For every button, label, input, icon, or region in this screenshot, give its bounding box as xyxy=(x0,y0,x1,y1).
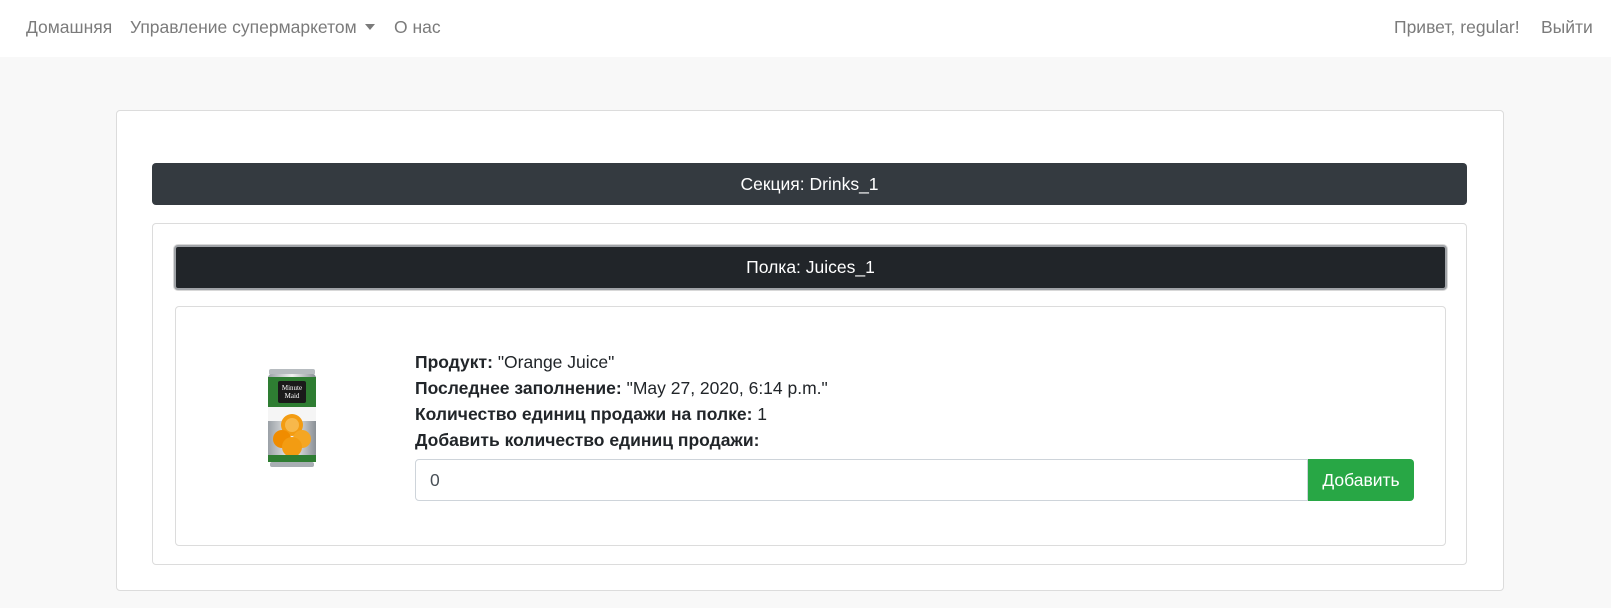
nav-manage-dropdown[interactable]: Управление супермаркетом xyxy=(130,17,375,38)
can-brand-line-2: Maid xyxy=(285,392,300,400)
nav-about-link[interactable]: О нас xyxy=(394,17,441,38)
shelf-header-button[interactable]: Полка: Juices_1 xyxy=(174,245,1447,290)
nav-manage-label: Управление супермаркетом xyxy=(130,17,357,37)
product-name-row: Продукт: "Orange Juice" xyxy=(415,349,828,375)
shelf-count-label: Количество единиц продажи на полке: xyxy=(415,404,753,424)
navbar: Домашняя Управление супермаркетом О нас … xyxy=(0,0,1611,57)
shelf-count-value: 1 xyxy=(757,404,768,424)
last-refill-label: Последнее заполнение: xyxy=(415,378,622,398)
shelf-card: Полка: Juices_1 Minute Maid Продукт: "Or… xyxy=(152,223,1467,565)
nav-home-link[interactable]: Домашняя xyxy=(26,17,112,38)
last-refill-value: "May 27, 2020, 6:14 p.m." xyxy=(626,378,828,398)
product-card: Minute Maid Продукт: "Orange Juice" Посл… xyxy=(175,306,1446,546)
greeting-text: Привет, xyxy=(1394,17,1456,37)
product-name-label: Продукт: xyxy=(415,352,493,372)
product-details: Продукт: "Orange Juice" Последнее заполн… xyxy=(415,349,828,453)
quantity-input[interactable] xyxy=(415,459,1308,501)
username: regular! xyxy=(1460,17,1520,37)
product-name-value: "Orange Juice" xyxy=(497,352,615,372)
last-refill-row: Последнее заполнение: "May 27, 2020, 6:1… xyxy=(415,375,828,401)
shelf-count-row: Количество единиц продажи на полке: 1 xyxy=(415,401,828,427)
nav-greeting: Привет, regular! xyxy=(1394,17,1520,38)
can-brand-line-1: Minute xyxy=(282,384,302,392)
add-quantity-row: Добавить количество единиц продажи: xyxy=(415,427,828,453)
main-card: Секция: Drinks_1 Полка: Juices_1 Minute … xyxy=(116,110,1504,591)
add-quantity-label: Добавить количество единиц продажи: xyxy=(415,430,760,450)
chevron-down-icon xyxy=(364,24,375,30)
logout-link[interactable]: Выйти xyxy=(1541,17,1593,38)
section-header: Секция: Drinks_1 xyxy=(152,163,1467,205)
add-button[interactable]: Добавить xyxy=(1308,459,1414,501)
orange-juice-can-image: Minute Maid xyxy=(268,369,316,467)
